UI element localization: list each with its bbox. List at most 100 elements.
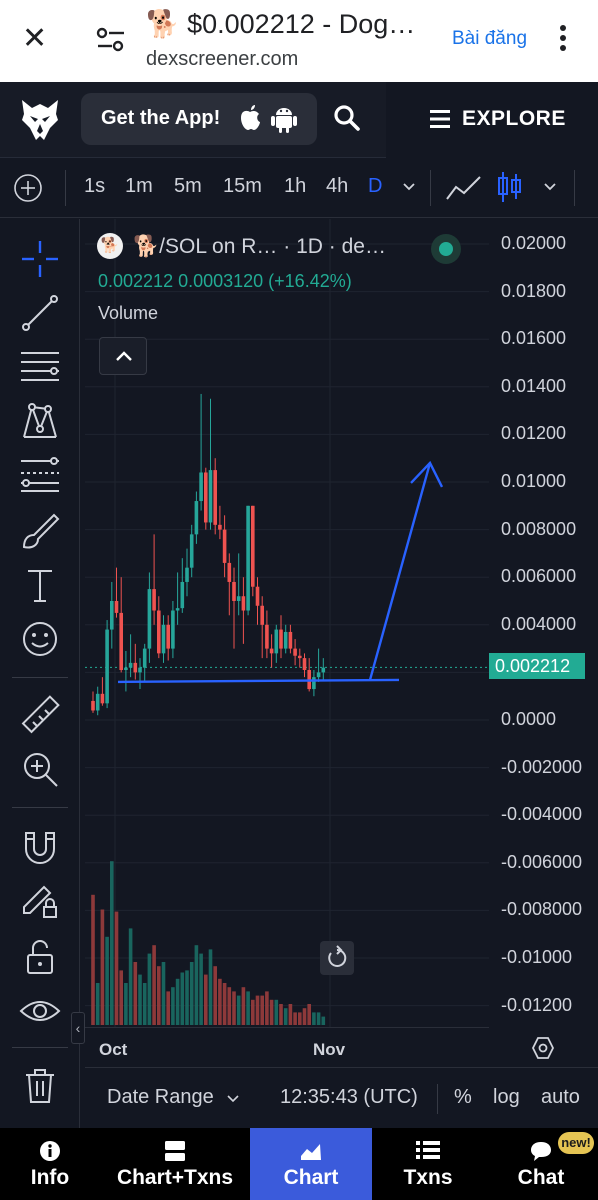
site-settings-icon[interactable] xyxy=(96,26,126,54)
volume-bar xyxy=(166,991,170,1025)
get-app-label: Get the App! xyxy=(101,107,221,129)
brush-icon[interactable] xyxy=(18,509,62,553)
chart-area[interactable]: 🐕 🐕/SOL on R… · 1D · de… 0.002212 0.0003… xyxy=(85,219,598,1128)
horizontal-lines-icon[interactable] xyxy=(18,345,62,389)
toolbar-separator xyxy=(430,170,431,206)
toolbar-separator xyxy=(65,170,66,206)
volume-bar xyxy=(185,970,189,1025)
price-tick-label: 0.01000 xyxy=(501,471,567,491)
price-tick-label: -0.006000 xyxy=(501,851,583,872)
new-badge: new! xyxy=(558,1132,594,1154)
volume-bar xyxy=(110,861,114,1025)
ohlc-values: 0.002212 0.0003120 (+16.42%) xyxy=(98,271,352,291)
volume-bar xyxy=(171,987,175,1025)
chevron-down-icon[interactable] xyxy=(226,1092,240,1106)
timeframe-1s[interactable]: 1s xyxy=(84,175,105,198)
volume-bar xyxy=(194,945,199,1025)
timeframe-4h[interactable]: 4h xyxy=(326,175,348,198)
auto-toggle[interactable]: auto xyxy=(541,1086,580,1109)
volume-bar xyxy=(175,978,180,1025)
nav-chart[interactable]: Chart xyxy=(250,1128,372,1200)
emoji-icon[interactable] xyxy=(18,617,62,661)
candle-body xyxy=(283,631,288,649)
candle-body xyxy=(138,667,142,673)
price-tick-label: 0.02000 xyxy=(501,233,567,253)
volume-bar xyxy=(100,909,105,1025)
dexscreener-logo[interactable] xyxy=(20,98,60,142)
candle-body xyxy=(128,662,133,668)
candle-body xyxy=(241,596,246,611)
volume-bar xyxy=(283,1008,288,1025)
nav-chart-label: Chart xyxy=(283,1166,339,1189)
percent-toggle[interactable]: % xyxy=(454,1086,472,1109)
collapse-legend-button[interactable] xyxy=(99,337,147,375)
more-vert-icon[interactable] xyxy=(556,22,570,58)
chevron-down-icon[interactable] xyxy=(542,179,558,195)
support-line xyxy=(117,678,400,684)
add-indicator-icon[interactable] xyxy=(13,173,43,203)
candle-body xyxy=(279,629,283,649)
explore-button[interactable]: EXPLORE xyxy=(386,82,598,158)
magnet-icon[interactable] xyxy=(18,825,62,869)
candle-body xyxy=(91,700,95,711)
candle-body xyxy=(142,648,147,668)
list-icon xyxy=(416,1141,440,1159)
date-range-button[interactable]: Date Range xyxy=(107,1086,214,1109)
lock-drawing-icon[interactable] xyxy=(18,879,62,923)
post-link[interactable]: Bài đăng xyxy=(452,28,527,50)
volume-bar xyxy=(298,1012,302,1025)
pattern-icon[interactable] xyxy=(18,399,62,443)
volume-bar xyxy=(321,1016,326,1025)
volume-bar xyxy=(213,966,217,1025)
get-app-button[interactable]: Get the App! xyxy=(81,93,317,145)
price-tick-label: 0.0000 xyxy=(501,709,557,729)
text-icon[interactable] xyxy=(18,563,62,607)
token-icon: 🐕 xyxy=(97,233,123,259)
eye-icon[interactable] xyxy=(18,989,62,1033)
nav-chart-txns[interactable]: Chart+Txns xyxy=(100,1128,250,1200)
page-url[interactable]: dexscreener.com xyxy=(146,48,298,71)
volume-bar xyxy=(307,1004,311,1025)
collapse-toolbar-button[interactable]: ‹ xyxy=(71,1012,85,1044)
candle-body xyxy=(293,648,297,656)
timeframe-15m[interactable]: 15m xyxy=(223,175,262,198)
crosshair-icon[interactable] xyxy=(18,237,62,281)
chevron-down-icon[interactable] xyxy=(401,179,417,195)
timeframe-1h[interactable]: 1h xyxy=(284,175,306,198)
candle-body xyxy=(152,589,156,611)
price-tick-label: 0.01800 xyxy=(501,280,567,301)
search-icon[interactable] xyxy=(333,104,361,132)
volume-bar xyxy=(114,911,119,1025)
candle-body xyxy=(288,631,293,649)
fib-retracement-icon[interactable] xyxy=(18,453,62,497)
unlock-icon[interactable] xyxy=(18,935,62,979)
timeframe-1m[interactable]: 1m xyxy=(125,175,153,198)
candle-body xyxy=(316,672,321,678)
time-axis[interactable]: Oct Nov xyxy=(85,1027,489,1067)
candle-body xyxy=(161,624,166,654)
trash-icon[interactable] xyxy=(18,1063,62,1107)
volume-bar xyxy=(293,1012,297,1025)
trend-line-icon[interactable] xyxy=(18,291,62,335)
volume-bar xyxy=(128,928,133,1025)
price-tick-label: 0.01200 xyxy=(501,423,567,444)
last-price-badge: 0.002212 xyxy=(489,653,585,679)
candles-icon[interactable] xyxy=(497,171,523,203)
volume-bar xyxy=(302,1008,307,1025)
nav-info[interactable]: Info xyxy=(0,1128,100,1200)
symbol-label[interactable]: 🐕/SOL on R… · 1D · de… xyxy=(133,235,386,259)
zoom-in-icon[interactable] xyxy=(18,747,62,791)
nav-txns[interactable]: Txns xyxy=(372,1128,484,1200)
log-toggle[interactable]: log xyxy=(493,1086,520,1109)
utc-clock[interactable]: 12:35:43 (UTC) xyxy=(280,1086,418,1109)
timeframe-5m[interactable]: 5m xyxy=(174,175,202,198)
candle-body xyxy=(100,693,105,704)
candle-body xyxy=(227,562,232,582)
reset-chart-button[interactable] xyxy=(320,941,354,975)
close-icon[interactable]: ✕ xyxy=(22,24,47,54)
line-chart-icon[interactable] xyxy=(446,174,482,202)
timeframe-d[interactable]: D xyxy=(368,175,382,198)
ruler-icon[interactable] xyxy=(18,693,62,737)
chart-settings-icon[interactable] xyxy=(531,1036,555,1060)
price-scale[interactable]: 0.02000 0.01800 0.01600 0.01400 0.01200 0.010… xyxy=(489,219,598,1019)
